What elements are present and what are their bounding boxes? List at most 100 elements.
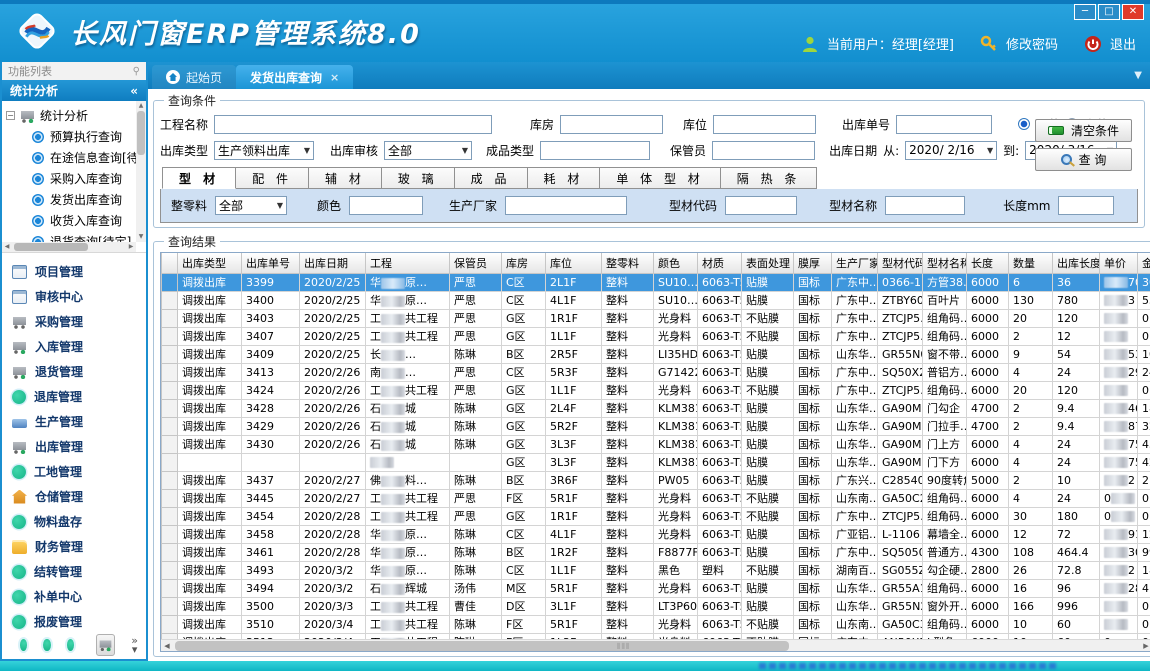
scroll-right-icon[interactable]: ▶: [126, 242, 136, 252]
radio-gongzhuang[interactable]: [1018, 118, 1030, 130]
product-type-input[interactable]: [540, 141, 650, 160]
table-row[interactable]: 调拨出库34582020/2/28华原…陈琳C区4L1F整料光身料6063-T5…: [162, 525, 1150, 543]
column-header[interactable]: 长度: [967, 253, 1009, 273]
tab-close-icon[interactable]: ×: [330, 71, 339, 84]
sidebar-item-出库管理[interactable]: 出库管理: [12, 434, 146, 459]
tab-shipment-query[interactable]: 发货出库查询 ×: [236, 65, 353, 89]
table-row[interactable]: 调拨出库34372020/2/27佛料…陈琳B区3R6F整料PW056063-T…: [162, 471, 1150, 489]
collapse-icon[interactable]: «: [130, 84, 138, 98]
tab-overflow-icon[interactable]: ▼: [1134, 70, 1142, 81]
cart-module-button[interactable]: [96, 634, 115, 656]
quick-module-icon[interactable]: [67, 639, 74, 651]
scroll-up-icon[interactable]: ▲: [136, 101, 146, 111]
material-tab[interactable]: 单 体 型 材: [600, 167, 720, 189]
tree-item[interactable]: 预算执行查询: [6, 126, 144, 147]
sidebar-item-结转管理[interactable]: 结转管理: [12, 559, 146, 584]
sidebar-item-采购管理[interactable]: 采购管理: [12, 309, 146, 334]
table-row[interactable]: 调拨出库34292020/2/26石城陈琳G区5R2F整料KLM38176063…: [162, 417, 1150, 435]
column-header[interactable]: 金: [1138, 253, 1150, 273]
material-tab[interactable]: 玻 璃: [382, 167, 455, 189]
table-row[interactable]: 调拨出库34302020/2/26石城陈琳G区3L3F整料KLM38176063…: [162, 435, 1150, 453]
sidebar-item-财务管理[interactable]: 财务管理: [12, 534, 146, 559]
row-header[interactable]: [162, 561, 178, 579]
minimize-button[interactable]: ─: [1074, 4, 1096, 20]
table-row[interactable]: 调拨出库35002020/3/3工共工程曹佳D区3L1F整料LT3P606063…: [162, 597, 1150, 615]
sidebar-item-项目管理[interactable]: 项目管理: [12, 259, 146, 284]
scroll-left-icon[interactable]: ◀: [2, 242, 12, 252]
column-header[interactable]: 表面处理: [742, 253, 794, 273]
table-row[interactable]: 调拨出库34072020/2/25工共工程严思G区1L1F整料光身料6063-T…: [162, 327, 1150, 345]
sidebar-item-物料盘存[interactable]: 物料盘存: [12, 509, 146, 534]
row-header[interactable]: [162, 273, 178, 291]
column-header[interactable]: 出库单号: [242, 253, 300, 273]
table-row[interactable]: 调拨出库34002020/2/25华原…严思C区4L1F整料SU10…6063-…: [162, 291, 1150, 309]
sidebar-item-入库管理[interactable]: 入库管理: [12, 334, 146, 359]
row-header[interactable]: [162, 507, 178, 525]
material-tab[interactable]: 耗 材: [528, 167, 601, 189]
row-header[interactable]: [162, 453, 178, 471]
row-header[interactable]: [162, 579, 178, 597]
color-input[interactable]: [349, 196, 423, 215]
quick-module-icon[interactable]: [20, 639, 27, 651]
search-button[interactable]: 查 询: [1035, 148, 1132, 171]
material-tab[interactable]: 隔 热 条: [721, 167, 818, 189]
row-header[interactable]: [162, 345, 178, 363]
sidebar-item-退货管理[interactable]: 退货管理: [12, 359, 146, 384]
scroll-right-icon[interactable]: ▶: [1140, 640, 1150, 652]
change-password-link[interactable]: 修改密码: [1006, 34, 1058, 53]
row-header[interactable]: [162, 327, 178, 345]
pin-icon[interactable]: ⚲: [133, 66, 140, 77]
close-button[interactable]: ✕: [1122, 4, 1144, 20]
row-header[interactable]: [162, 309, 178, 327]
column-header[interactable]: 型材代码: [878, 253, 923, 273]
maker-input[interactable]: [505, 196, 627, 215]
row-header[interactable]: [162, 471, 178, 489]
column-header[interactable]: 库房: [502, 253, 546, 273]
quick-module-icon[interactable]: [43, 639, 50, 651]
maximize-button[interactable]: □: [1098, 4, 1120, 20]
material-tab[interactable]: 配 件: [236, 167, 309, 189]
table-row[interactable]: 调拨出库34032020/2/25工共工程严思G区1R1F整料光身料6063-T…: [162, 309, 1150, 327]
row-header[interactable]: [162, 615, 178, 633]
column-header[interactable]: 整零料: [602, 253, 654, 273]
row-header[interactable]: [162, 417, 178, 435]
out-audit-select[interactable]: 全部▼: [384, 141, 472, 160]
column-header[interactable]: 膜厚: [794, 253, 832, 273]
column-header[interactable]: 出库长度: [1053, 253, 1100, 273]
out-type-select[interactable]: 生产领料出库▼: [214, 141, 314, 160]
row-header[interactable]: [162, 525, 178, 543]
location-input[interactable]: [713, 115, 816, 134]
sidebar-item-仓储管理[interactable]: 仓储管理: [12, 484, 146, 509]
tree-item[interactable]: 退库管理[待定]: [6, 252, 144, 253]
tree-item[interactable]: 在途信息查询[待: [6, 147, 144, 168]
table-row[interactable]: 调拨出库34612020/2/28华原…陈琳B区1R2F整料F8877FT606…: [162, 543, 1150, 561]
whole-part-select[interactable]: 全部▼: [215, 196, 287, 215]
more-modules-button[interactable]: »▾: [131, 636, 138, 654]
table-row[interactable]: 调拨出库34242020/2/26工共工程严思G区1L1F整料光身料6063-T…: [162, 381, 1150, 399]
length-input[interactable]: [1058, 196, 1114, 215]
column-header[interactable]: 保管员: [450, 253, 502, 273]
profile-name-input[interactable]: [885, 196, 965, 215]
tree-expander-icon[interactable]: −: [6, 111, 15, 120]
table-row[interactable]: G区3L3F整料KLM38176063-T5贴膜国标山东华…GA90M09…门下…: [162, 453, 1150, 471]
column-header[interactable]: 生产厂家: [832, 253, 878, 273]
column-header[interactable]: 库位: [546, 253, 602, 273]
profile-code-input[interactable]: [725, 196, 797, 215]
table-row[interactable]: 调拨出库34092020/2/25长…陈琳B区2R5F整料LI35HD6063-…: [162, 345, 1150, 363]
column-header[interactable]: 出库日期: [300, 253, 366, 273]
table-row[interactable]: 调拨出库34542020/2/28工共工程严思G区1R1F整料光身料6063-T…: [162, 507, 1150, 525]
sidebar-item-报废管理[interactable]: 报废管理: [12, 609, 146, 633]
table-row[interactable]: 调拨出库34942020/3/2石辉城汤伟M区5R1F整料光身料6063-T5贴…: [162, 579, 1150, 597]
column-header[interactable]: 数量: [1009, 253, 1053, 273]
scroll-left-icon[interactable]: ◀: [161, 640, 173, 652]
sidebar-item-工地管理[interactable]: 工地管理: [12, 459, 146, 484]
column-header[interactable]: 单价: [1100, 253, 1138, 273]
table-row[interactable]: 调拨出库34282020/2/26石城陈琳G区2L4F整料KLM38176063…: [162, 399, 1150, 417]
table-row[interactable]: 调拨出库34132020/2/26南…严思C区5R3F整料G714226063-…: [162, 363, 1150, 381]
column-header[interactable]: 出库类型: [178, 253, 242, 273]
section-header[interactable]: 统计分析 «: [2, 80, 146, 101]
logout-link[interactable]: 退出: [1110, 34, 1136, 53]
tree-item[interactable]: 发货出库查询: [6, 189, 144, 210]
keeper-input[interactable]: [712, 141, 815, 160]
tree-root-node[interactable]: − 统计分析: [6, 105, 144, 126]
